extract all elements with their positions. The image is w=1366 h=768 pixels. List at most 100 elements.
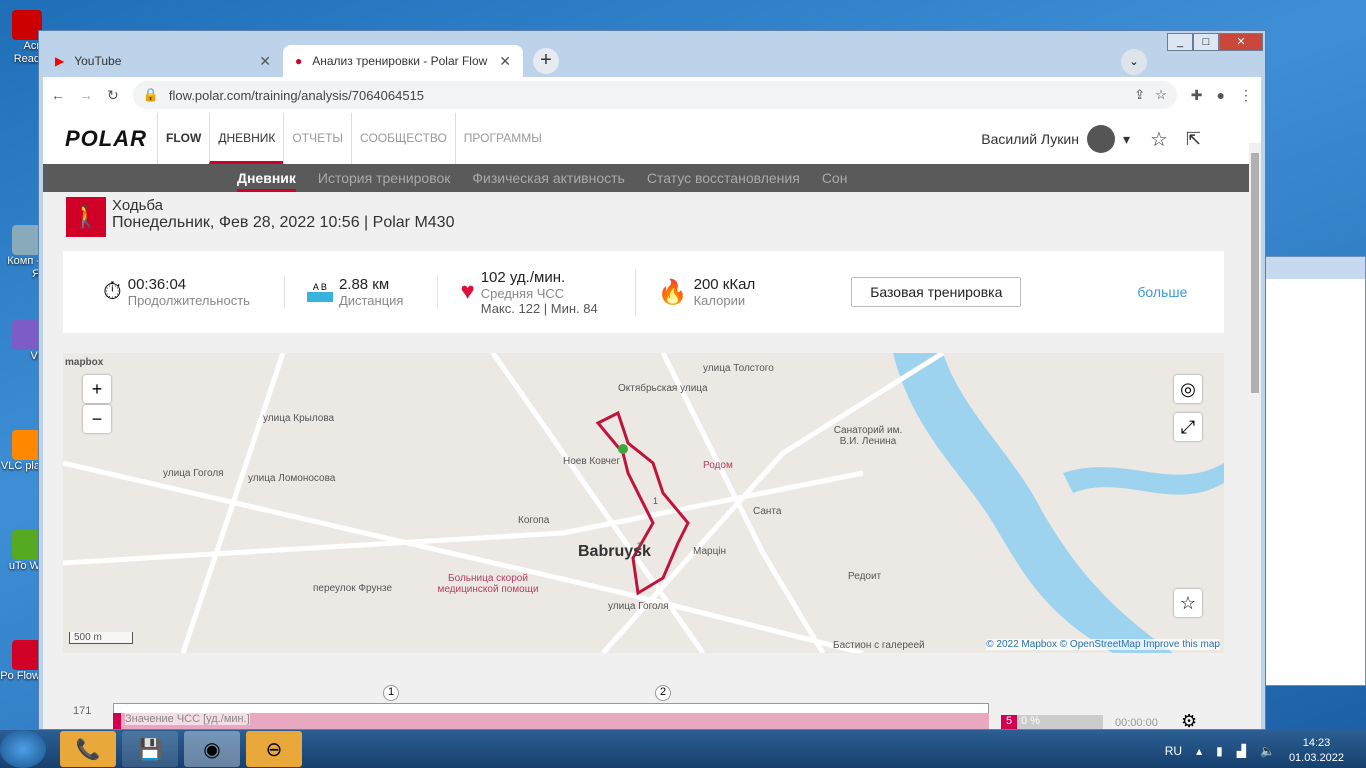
lap-marker: 2: [637, 541, 643, 551]
nav-flow[interactable]: FLOW: [157, 113, 209, 164]
desktop-icon[interactable]: Комп - Я: [0, 225, 42, 281]
desktop-icon[interactable]: VLC pla: [0, 430, 42, 473]
sport-name: Ходьба: [112, 197, 164, 214]
route-map[interactable]: mapbox + − ◎ ⤢ ☆ улица Крылова улица Лом…: [63, 353, 1224, 653]
polar-taskbar-icon[interactable]: ⊖: [246, 731, 302, 767]
language-indicator[interactable]: RU: [1165, 744, 1182, 758]
map-attribution[interactable]: © 2022 Mapbox © OpenStreetMap Improve th…: [986, 639, 1220, 650]
desktop-icon[interactable]: Acr Read: [0, 10, 42, 66]
start-marker: [618, 444, 628, 454]
desktop-icon[interactable]: Vi: [0, 320, 42, 363]
base-training-button[interactable]: Базовая тренировка: [851, 277, 1022, 307]
polar-logo[interactable]: POLAR: [65, 126, 147, 152]
time: 14:23: [1302, 737, 1331, 749]
tab-title: YouTube: [74, 54, 122, 68]
user-name[interactable]: Василий Лукин: [981, 131, 1079, 147]
new-tab-button[interactable]: +: [533, 48, 559, 74]
close-tab-icon[interactable]: ✕: [499, 53, 511, 70]
tray-arrow-icon[interactable]: ▴: [1196, 744, 1202, 758]
start-button[interactable]: [0, 730, 46, 768]
save-taskbar-icon[interactable]: 💾: [122, 731, 178, 767]
calories-value: 200 кКал: [693, 276, 756, 293]
profile-icon[interactable]: ●: [1217, 87, 1225, 103]
distance-ab: A B: [312, 282, 327, 292]
avatar[interactable]: [1086, 125, 1115, 153]
distance-value: 2.88 км: [338, 276, 390, 293]
subnav-history[interactable]: История тренировок: [318, 164, 450, 192]
desktop-icon-label: Po Flow: [0, 670, 40, 682]
nav-diary[interactable]: ДНЕВНИК: [209, 113, 284, 164]
more-link[interactable]: больше: [1137, 284, 1187, 300]
share-icon[interactable]: ⇪: [1134, 87, 1145, 103]
viber-taskbar-icon[interactable]: 📞: [60, 731, 116, 767]
subnav-recovery[interactable]: Статус восстановления: [647, 164, 800, 192]
desktop-icon-label: VLC pla: [0, 460, 40, 472]
mapbox-logo[interactable]: mapbox: [65, 357, 103, 368]
youtube-icon: ▶: [55, 54, 65, 68]
chart-settings-icon[interactable]: ⚙: [1181, 711, 1197, 729]
hr-chart: 171 Значение ЧСС [уд./мин.] 1 2 5 0 % 00…: [43, 673, 1261, 729]
nav-programs[interactable]: ПРОГРАММЫ: [454, 113, 550, 164]
back-icon[interactable]: ←: [51, 87, 65, 103]
menu-icon[interactable]: ⋮: [1239, 87, 1253, 104]
lap-marker[interactable]: 2: [655, 685, 671, 701]
subnav-diary[interactable]: Дневник: [237, 164, 296, 192]
zoom-out-button[interactable]: −: [83, 405, 111, 433]
signal-icon[interactable]: ▟: [1237, 744, 1246, 758]
map-label: Редоит: [848, 571, 882, 582]
session-info: Понедельник, Фев 28, 2022 10:56 | Polar …: [112, 214, 455, 231]
fullscreen-icon[interactable]: ⤢: [1174, 413, 1202, 441]
chevron-down-icon[interactable]: ▾: [1123, 131, 1130, 148]
map-label: Больница скорой медицинской помощи: [437, 573, 539, 595]
map-label: улица Толстого: [703, 363, 774, 374]
lap-marker: 1: [653, 496, 659, 506]
tab-youtube[interactable]: ▶ YouTube ✕: [43, 45, 283, 77]
calories-label: Калории: [693, 293, 746, 308]
scrollbar[interactable]: [1249, 143, 1261, 729]
nav-reports[interactable]: ОТЧЕТЫ: [283, 113, 351, 164]
map-label: Бастион с галереей: [833, 640, 925, 651]
nav-community[interactable]: СООБЩЕСТВО: [351, 113, 455, 164]
favorite-route-icon[interactable]: ☆: [1174, 589, 1202, 617]
lap-marker[interactable]: 1: [383, 685, 399, 701]
map-label: Когопа: [518, 515, 550, 526]
tab-title: Анализ тренировки - Polar Flow: [312, 54, 488, 68]
desktop-icon[interactable]: Po Flow: [0, 640, 42, 683]
map-label: Санта: [753, 506, 782, 517]
y-axis-max: 171: [73, 705, 92, 717]
hr-detail: Макс. 122 | Мин. 84: [480, 300, 598, 316]
subnav-sleep[interactable]: Сон: [822, 164, 848, 192]
chrome-taskbar-icon[interactable]: ◉: [184, 731, 240, 767]
battery-icon[interactable]: ▮: [1216, 744, 1223, 758]
tab-search-button[interactable]: ⌄: [1121, 49, 1147, 75]
desktop-icon[interactable]: uTo W: [0, 530, 42, 573]
flame-icon: 🔥: [657, 278, 688, 306]
forward-icon[interactable]: →: [79, 87, 93, 103]
clock[interactable]: 14:23 01.03.2022: [1289, 736, 1344, 766]
hr-label: Средняя ЧСС: [480, 285, 565, 301]
favorites-star-icon[interactable]: ☆: [1150, 127, 1168, 152]
map-scale: 500 m: [69, 632, 133, 644]
locate-icon[interactable]: ◎: [1174, 375, 1202, 403]
address-bar[interactable]: 🔒 flow.polar.com/training/analysis/706406…: [132, 81, 1177, 109]
tab-polar[interactable]: ● Анализ тренировки - Polar Flow ✕: [283, 45, 523, 77]
map-label: Ноев Ковчег: [563, 456, 621, 467]
map-label: Марцін: [693, 546, 727, 557]
walking-icon: 🚶: [66, 197, 106, 237]
close-tab-icon[interactable]: ✕: [259, 53, 271, 70]
bookmark-star-icon[interactable]: ☆: [1155, 87, 1167, 103]
map-label: Родом: [703, 460, 733, 471]
desktop-icon-label: Acr Read: [13, 40, 40, 65]
sync-icon[interactable]: ⇱: [1186, 129, 1201, 150]
map-label: улица Гоголя: [163, 468, 224, 479]
desktop-icon-label: uTo W: [8, 560, 40, 572]
extensions-icon[interactable]: ✚: [1191, 87, 1203, 104]
volume-icon[interactable]: 🔈: [1260, 744, 1275, 758]
zone-number: 5: [1001, 715, 1017, 729]
reload-icon[interactable]: ↻: [107, 87, 119, 104]
heart-icon: ♥: [460, 278, 475, 305]
map-label: улица Крылова: [263, 413, 335, 424]
subnav-activity[interactable]: Физическая активность: [472, 164, 624, 192]
zone-time: 00:00:00: [1115, 717, 1158, 729]
zoom-in-button[interactable]: +: [83, 375, 111, 403]
